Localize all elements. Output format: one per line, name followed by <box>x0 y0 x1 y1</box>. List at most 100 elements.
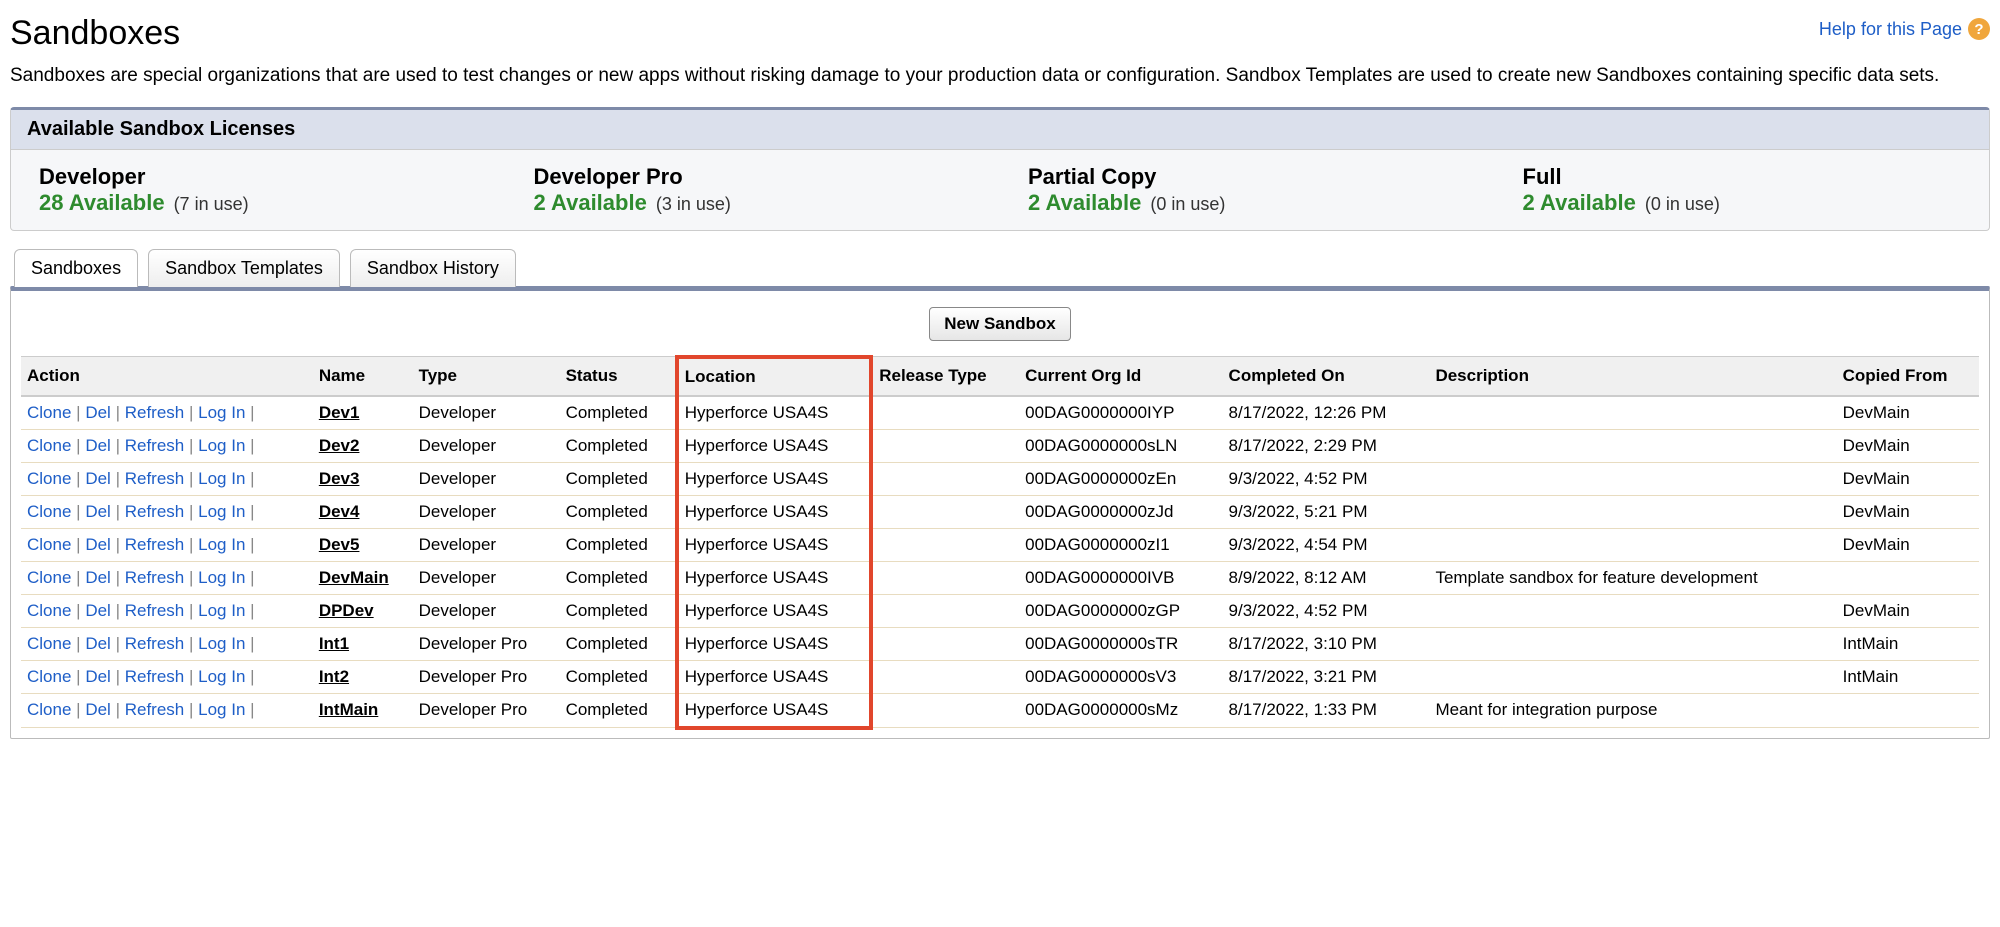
completed-cell: 8/17/2022, 1:33 PM <box>1223 693 1430 728</box>
help-icon: ? <box>1968 18 1990 40</box>
license-item: Full2 Available (0 in use) <box>1495 160 1990 220</box>
license-title: Developer Pro <box>534 164 973 190</box>
clone-link[interactable]: Clone <box>27 502 71 521</box>
org-cell: 00DAG0000000sLN <box>1019 429 1222 462</box>
sandbox-name-link[interactable]: Dev4 <box>319 502 360 521</box>
refresh-link[interactable]: Refresh <box>125 700 185 719</box>
org-cell: 00DAG0000000sMz <box>1019 693 1222 728</box>
location-cell: Hyperforce USA4S <box>677 561 871 594</box>
login-link[interactable]: Log In <box>198 601 245 620</box>
clone-link[interactable]: Clone <box>27 700 71 719</box>
sandbox-name-link[interactable]: Int1 <box>319 634 349 653</box>
status-cell: Completed <box>560 561 677 594</box>
col-copied-from: Copied From <box>1837 357 1979 396</box>
action-cell: Clone | Del | Refresh | Log In | <box>21 660 313 693</box>
refresh-link[interactable]: Refresh <box>125 436 185 455</box>
clone-link[interactable]: Clone <box>27 436 71 455</box>
del-link[interactable]: Del <box>85 634 111 653</box>
del-link[interactable]: Del <box>85 568 111 587</box>
login-link[interactable]: Log In <box>198 634 245 653</box>
login-link[interactable]: Log In <box>198 568 245 587</box>
sandbox-name-link[interactable]: IntMain <box>319 700 379 719</box>
refresh-link[interactable]: Refresh <box>125 502 185 521</box>
login-link[interactable]: Log In <box>198 535 245 554</box>
clone-link[interactable]: Clone <box>27 601 71 620</box>
release-cell <box>871 462 1019 495</box>
copied-cell <box>1837 561 1979 594</box>
login-link[interactable]: Log In <box>198 502 245 521</box>
release-cell <box>871 594 1019 627</box>
desc-cell <box>1429 660 1836 693</box>
col-type: Type <box>413 357 560 396</box>
login-link[interactable]: Log In <box>198 700 245 719</box>
sandbox-name-link[interactable]: DevMain <box>319 568 389 587</box>
sandbox-name-link[interactable]: DPDev <box>319 601 374 620</box>
license-use: (3 in use) <box>651 194 731 214</box>
clone-link[interactable]: Clone <box>27 568 71 587</box>
refresh-link[interactable]: Refresh <box>125 667 185 686</box>
tab-sandbox-history[interactable]: Sandbox History <box>350 249 516 287</box>
licenses-panel: Available Sandbox Licenses Developer28 A… <box>10 107 1990 231</box>
type-cell: Developer <box>413 429 560 462</box>
status-cell: Completed <box>560 627 677 660</box>
tab-sandboxes[interactable]: Sandboxes <box>14 249 138 287</box>
org-cell: 00DAG0000000zI1 <box>1019 528 1222 561</box>
clone-link[interactable]: Clone <box>27 535 71 554</box>
sandbox-name-link[interactable]: Int2 <box>319 667 349 686</box>
del-link[interactable]: Del <box>85 502 111 521</box>
del-link[interactable]: Del <box>85 601 111 620</box>
clone-link[interactable]: Clone <box>27 403 71 422</box>
desc-cell <box>1429 594 1836 627</box>
del-link[interactable]: Del <box>85 436 111 455</box>
table-row: Clone | Del | Refresh | Log In |Dev2Deve… <box>21 429 1979 462</box>
license-title: Developer <box>39 164 478 190</box>
licenses-header: Available Sandbox Licenses <box>11 110 1989 150</box>
login-link[interactable]: Log In <box>198 403 245 422</box>
org-cell: 00DAG0000000sV3 <box>1019 660 1222 693</box>
del-link[interactable]: Del <box>85 700 111 719</box>
release-cell <box>871 528 1019 561</box>
refresh-link[interactable]: Refresh <box>125 469 185 488</box>
copied-cell <box>1837 693 1979 728</box>
location-cell: Hyperforce USA4S <box>677 396 871 430</box>
refresh-link[interactable]: Refresh <box>125 568 185 587</box>
sandbox-name-link[interactable]: Dev2 <box>319 436 360 455</box>
del-link[interactable]: Del <box>85 667 111 686</box>
del-link[interactable]: Del <box>85 535 111 554</box>
copied-cell: IntMain <box>1837 627 1979 660</box>
table-row: Clone | Del | Refresh | Log In |IntMainD… <box>21 693 1979 728</box>
login-link[interactable]: Log In <box>198 436 245 455</box>
desc-cell <box>1429 627 1836 660</box>
license-use: (0 in use) <box>1640 194 1720 214</box>
refresh-link[interactable]: Refresh <box>125 535 185 554</box>
sandbox-name-link[interactable]: Dev1 <box>319 403 360 422</box>
clone-link[interactable]: Clone <box>27 634 71 653</box>
clone-link[interactable]: Clone <box>27 667 71 686</box>
status-cell: Completed <box>560 660 677 693</box>
completed-cell: 8/17/2022, 3:21 PM <box>1223 660 1430 693</box>
copied-cell: DevMain <box>1837 396 1979 430</box>
refresh-link[interactable]: Refresh <box>125 634 185 653</box>
login-link[interactable]: Log In <box>198 667 245 686</box>
sandbox-name-link[interactable]: Dev3 <box>319 469 360 488</box>
tab-sandbox-templates[interactable]: Sandbox Templates <box>148 249 340 287</box>
license-available: 2 Available <box>1028 190 1141 215</box>
copied-cell: IntMain <box>1837 660 1979 693</box>
help-link[interactable]: Help for this Page ? <box>1819 18 1990 40</box>
org-cell: 00DAG0000000IVB <box>1019 561 1222 594</box>
del-link[interactable]: Del <box>85 403 111 422</box>
col-action: Action <box>21 357 313 396</box>
refresh-link[interactable]: Refresh <box>125 601 185 620</box>
login-link[interactable]: Log In <box>198 469 245 488</box>
clone-link[interactable]: Clone <box>27 469 71 488</box>
release-cell <box>871 495 1019 528</box>
sandbox-name-link[interactable]: Dev5 <box>319 535 360 554</box>
org-cell: 00DAG0000000zGP <box>1019 594 1222 627</box>
new-sandbox-button[interactable]: New Sandbox <box>929 307 1070 341</box>
type-cell: Developer <box>413 462 560 495</box>
del-link[interactable]: Del <box>85 469 111 488</box>
copied-cell: DevMain <box>1837 495 1979 528</box>
completed-cell: 8/17/2022, 2:29 PM <box>1223 429 1430 462</box>
refresh-link[interactable]: Refresh <box>125 403 185 422</box>
type-cell: Developer <box>413 396 560 430</box>
